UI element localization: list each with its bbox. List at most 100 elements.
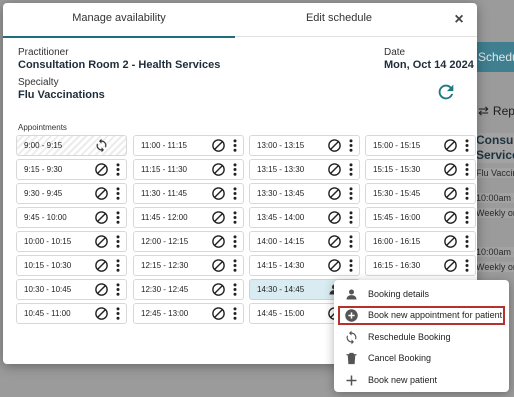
time-slot[interactable]: 11:45 - 12:00 bbox=[133, 207, 244, 228]
blocked-icon[interactable] bbox=[443, 258, 458, 273]
more-vertical-icon[interactable] bbox=[231, 234, 239, 249]
more-vertical-icon[interactable] bbox=[231, 162, 239, 177]
more-vertical-icon[interactable] bbox=[347, 162, 355, 177]
menu-item-cancel-booking[interactable]: Cancel Booking bbox=[338, 349, 505, 368]
time-slot[interactable]: 15:45 - 16:00 bbox=[365, 207, 476, 228]
time-slot[interactable]: 12:45 - 13:00 bbox=[133, 303, 244, 324]
more-vertical-icon[interactable] bbox=[347, 138, 355, 153]
menu-item-book-new-appointment[interactable]: Book new appointment for patient bbox=[338, 306, 505, 325]
more-vertical-icon[interactable] bbox=[231, 186, 239, 201]
refresh-icon[interactable] bbox=[435, 81, 457, 103]
time-slot[interactable]: 13:30 - 13:45 bbox=[249, 183, 360, 204]
blocked-icon[interactable] bbox=[94, 186, 109, 201]
menu-item-label: Booking details bbox=[368, 289, 430, 299]
menu-item-book-new-patient[interactable]: Book new patient bbox=[338, 371, 505, 390]
time-slot[interactable]: 15:00 - 15:15 bbox=[365, 135, 476, 156]
time-slot[interactable]: 9:00 - 9:15 bbox=[16, 135, 127, 156]
time-slot[interactable]: 16:15 - 16:30 bbox=[365, 255, 476, 276]
more-vertical-icon[interactable] bbox=[231, 258, 239, 273]
more-vertical-icon[interactable] bbox=[463, 234, 471, 249]
more-vertical-icon[interactable] bbox=[231, 306, 239, 321]
blocked-icon[interactable] bbox=[327, 186, 342, 201]
blocked-icon[interactable] bbox=[94, 162, 109, 177]
blocked-icon[interactable] bbox=[443, 210, 458, 225]
more-vertical-icon[interactable] bbox=[463, 138, 471, 153]
time-slot[interactable]: 11:15 - 11:30 bbox=[133, 159, 244, 180]
more-vertical-icon[interactable] bbox=[463, 210, 471, 225]
time-slot[interactable]: 12:30 - 12:45 bbox=[133, 279, 244, 300]
time-slot[interactable]: 15:30 - 15:45 bbox=[365, 183, 476, 204]
sync-icon[interactable] bbox=[94, 138, 109, 153]
blocked-icon[interactable] bbox=[211, 186, 226, 201]
blocked-icon[interactable] bbox=[443, 186, 458, 201]
time-slot-label: 12:00 - 12:15 bbox=[141, 237, 189, 246]
background-card-line: Flu Vaccination bbox=[476, 168, 514, 178]
menu-item-booking-details[interactable]: Booking details bbox=[338, 285, 505, 304]
more-vertical-icon[interactable] bbox=[347, 210, 355, 225]
time-slot[interactable]: 16:00 - 16:15 bbox=[365, 231, 476, 252]
blocked-icon[interactable] bbox=[211, 138, 226, 153]
blocked-icon[interactable] bbox=[443, 234, 458, 249]
time-slot[interactable]: 13:15 - 13:30 bbox=[249, 159, 360, 180]
time-slot[interactable]: 12:00 - 12:15 bbox=[133, 231, 244, 252]
tab-manage-availability[interactable]: Manage availability bbox=[3, 3, 235, 38]
blocked-icon[interactable] bbox=[211, 306, 226, 321]
more-vertical-icon[interactable] bbox=[231, 210, 239, 225]
specialty-label: Specialty bbox=[18, 77, 59, 88]
blocked-icon[interactable] bbox=[94, 306, 109, 321]
blocked-icon[interactable] bbox=[94, 282, 109, 297]
time-slot[interactable]: 10:30 - 10:45 bbox=[16, 279, 127, 300]
blocked-icon[interactable] bbox=[211, 210, 226, 225]
blocked-icon[interactable] bbox=[94, 258, 109, 273]
blocked-icon[interactable] bbox=[327, 162, 342, 177]
blocked-icon[interactable] bbox=[327, 234, 342, 249]
repeat-icon: ⇄ bbox=[478, 103, 489, 118]
blocked-icon[interactable] bbox=[443, 162, 458, 177]
more-vertical-icon[interactable] bbox=[347, 234, 355, 249]
time-slot[interactable]: 10:00 - 10:15 bbox=[16, 231, 127, 252]
blocked-icon[interactable] bbox=[94, 210, 109, 225]
more-vertical-icon[interactable] bbox=[114, 234, 122, 249]
more-vertical-icon[interactable] bbox=[231, 282, 239, 297]
more-vertical-icon[interactable] bbox=[114, 186, 122, 201]
time-slot[interactable]: 11:00 - 11:15 bbox=[133, 135, 244, 156]
more-vertical-icon[interactable] bbox=[463, 186, 471, 201]
more-vertical-icon[interactable] bbox=[114, 210, 122, 225]
more-vertical-icon[interactable] bbox=[114, 258, 122, 273]
time-slot[interactable]: 10:45 - 11:00 bbox=[16, 303, 127, 324]
background-card-line: Weekly on Mon bbox=[476, 208, 514, 218]
blocked-icon[interactable] bbox=[443, 138, 458, 153]
more-vertical-icon[interactable] bbox=[231, 138, 239, 153]
more-vertical-icon[interactable] bbox=[114, 282, 122, 297]
more-vertical-icon[interactable] bbox=[347, 258, 355, 273]
time-slot[interactable]: 13:45 - 14:00 bbox=[249, 207, 360, 228]
blocked-icon[interactable] bbox=[211, 162, 226, 177]
time-slot[interactable]: 14:15 - 14:30 bbox=[249, 255, 360, 276]
close-icon[interactable]: × bbox=[449, 10, 469, 30]
time-slot[interactable]: 12:15 - 12:30 bbox=[133, 255, 244, 276]
blocked-icon[interactable] bbox=[211, 282, 226, 297]
blocked-icon[interactable] bbox=[94, 234, 109, 249]
blocked-icon[interactable] bbox=[211, 234, 226, 249]
more-vertical-icon[interactable] bbox=[463, 162, 471, 177]
time-slot[interactable]: 15:15 - 15:30 bbox=[365, 159, 476, 180]
more-vertical-icon[interactable] bbox=[463, 258, 471, 273]
blocked-icon[interactable] bbox=[211, 258, 226, 273]
time-slot[interactable]: 11:30 - 11:45 bbox=[133, 183, 244, 204]
more-vertical-icon[interactable] bbox=[347, 186, 355, 201]
blocked-icon[interactable] bbox=[327, 138, 342, 153]
more-vertical-icon[interactable] bbox=[114, 306, 122, 321]
time-slot-label: 10:00 - 10:15 bbox=[24, 237, 72, 246]
time-slot[interactable]: 9:30 - 9:45 bbox=[16, 183, 127, 204]
blocked-icon[interactable] bbox=[327, 258, 342, 273]
time-slot[interactable]: 9:15 - 9:30 bbox=[16, 159, 127, 180]
tab-edit-schedule[interactable]: Edit schedule bbox=[235, 3, 443, 37]
time-slot[interactable]: 13:00 - 13:15 bbox=[249, 135, 360, 156]
time-slot[interactable]: 14:00 - 14:15 bbox=[249, 231, 360, 252]
menu-item-label: Book new appointment for patient bbox=[368, 310, 503, 320]
time-slot[interactable]: 10:15 - 10:30 bbox=[16, 255, 127, 276]
blocked-icon[interactable] bbox=[327, 210, 342, 225]
more-vertical-icon[interactable] bbox=[114, 162, 122, 177]
menu-item-reschedule-booking[interactable]: Reschedule Booking bbox=[338, 328, 505, 347]
time-slot[interactable]: 9:45 - 10:00 bbox=[16, 207, 127, 228]
